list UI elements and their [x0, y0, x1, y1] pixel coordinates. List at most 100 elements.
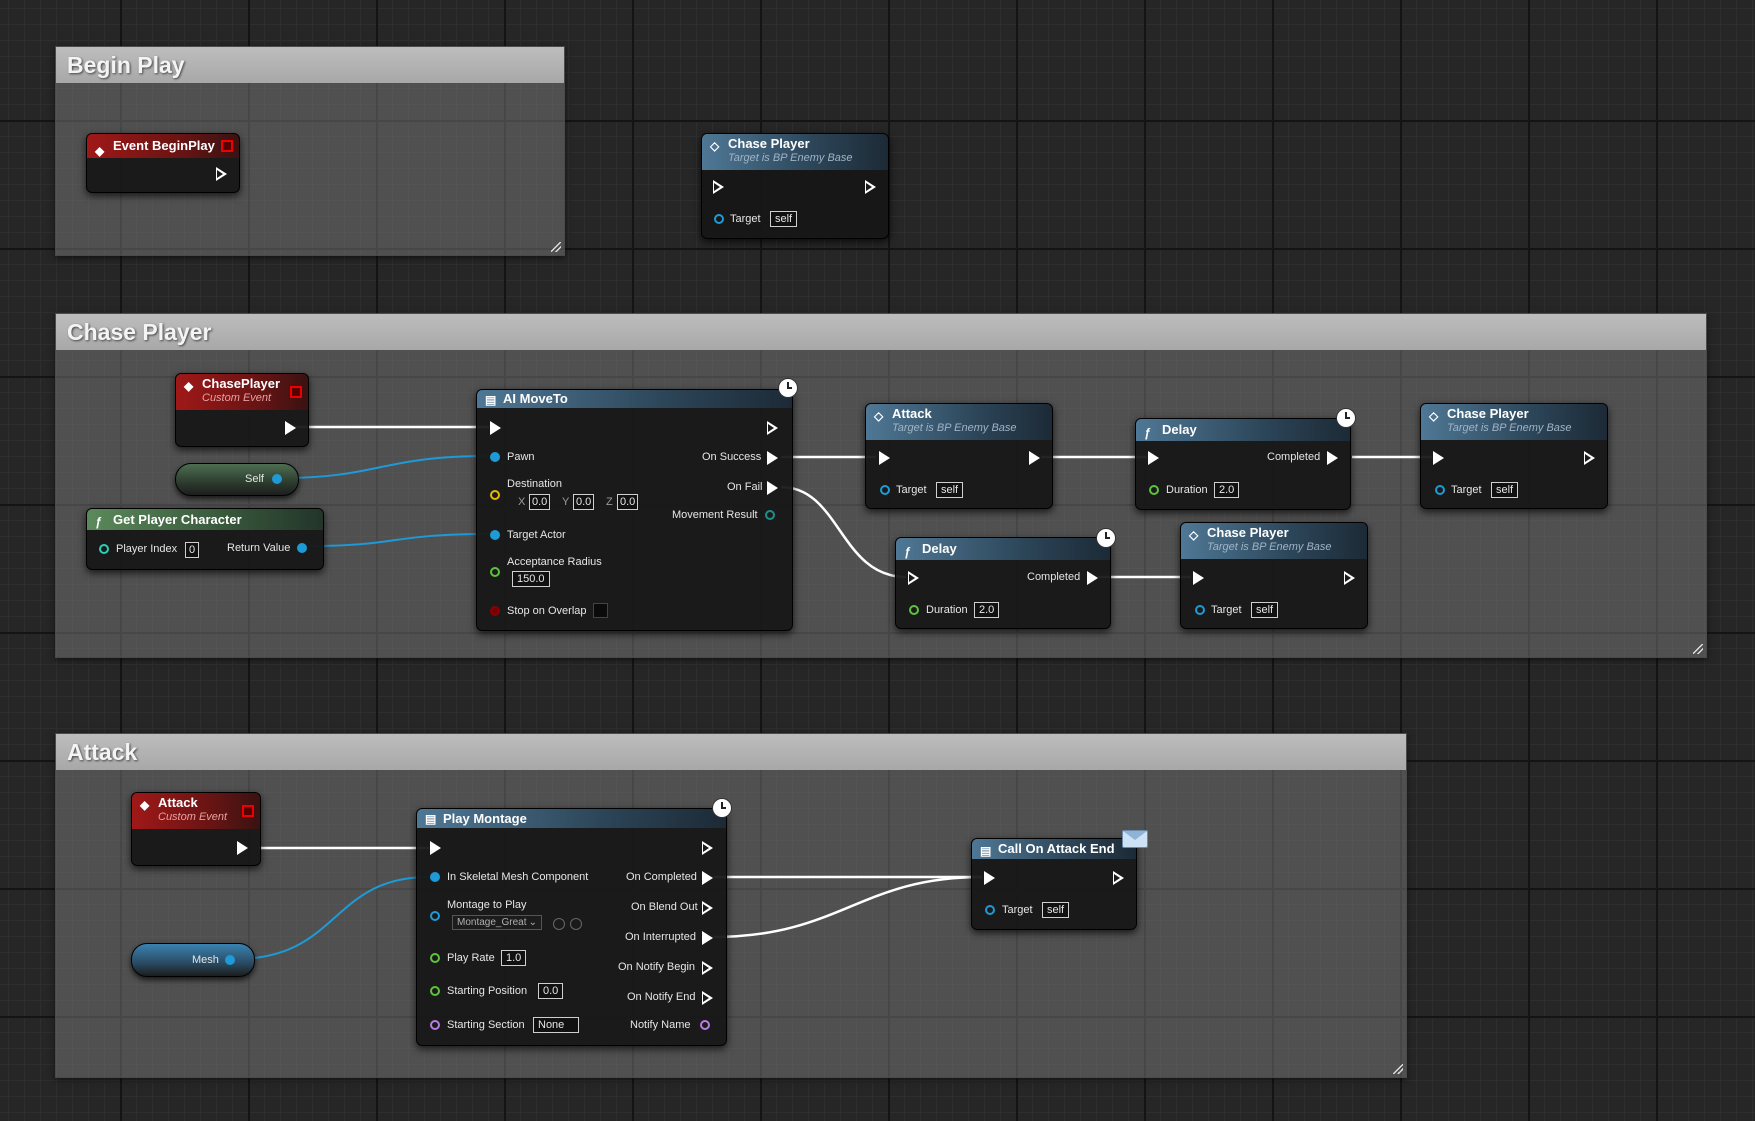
exec-out-pin[interactable] — [702, 841, 713, 855]
player-index-value[interactable]: 0 — [185, 542, 200, 558]
attack-call-node[interactable]: ◇ Attack Target is BP Enemy Base Target … — [865, 403, 1053, 509]
node-title: Attack — [892, 406, 932, 421]
self-variable-node[interactable]: Self — [175, 463, 299, 496]
get-player-character-node[interactable]: ƒ Get Player Character Player Index 0 Re… — [86, 508, 324, 570]
mesh-variable-node[interactable]: Mesh — [131, 943, 255, 977]
ai-moveto-node[interactable]: ▤ AI MoveTo Pawn On Success Destination … — [476, 389, 793, 631]
target-value[interactable]: self — [770, 211, 798, 227]
exec-out-pin[interactable] — [237, 841, 248, 855]
node-title: Call On Attack End — [998, 841, 1115, 856]
exec-in-pin[interactable] — [430, 841, 441, 855]
latent-clock-icon — [1336, 408, 1356, 428]
pawn-pin[interactable] — [490, 452, 500, 462]
on-success-pin[interactable] — [767, 451, 778, 465]
mesh-out-pin[interactable] — [225, 955, 235, 965]
attack-custom-event-node[interactable]: ◆ Attack Custom Event — [131, 792, 261, 866]
exec-out-pin[interactable] — [767, 421, 778, 435]
exec-in-pin[interactable] — [1433, 451, 1444, 465]
on-completed-pin[interactable] — [702, 871, 713, 885]
self-out-pin[interactable] — [272, 474, 282, 484]
target-pin[interactable] — [1435, 485, 1445, 495]
skeletal-mesh-pin[interactable] — [430, 872, 440, 882]
event-beginplay-node[interactable]: ◆ Event BeginPlay — [86, 133, 240, 193]
destination-pin[interactable] — [490, 490, 500, 500]
on-interrupted-pin[interactable] — [702, 931, 713, 945]
delay-node-top[interactable]: ƒ Delay Completed Duration 2.0 — [1135, 418, 1351, 510]
target-pin[interactable] — [714, 214, 724, 224]
chaseplayer-custom-event-node[interactable]: ◆ ChasePlayer Custom Event — [175, 373, 309, 447]
on-interrupted-label: On Interrupted — [625, 931, 696, 943]
player-index-pin[interactable] — [99, 544, 109, 554]
acceptance-radius-value[interactable]: 150.0 — [512, 571, 550, 587]
call-on-attack-end-node[interactable]: ▤ Call On Attack End Target self — [971, 838, 1137, 930]
event-dispatcher-envelope-icon — [1122, 830, 1148, 848]
target-pin[interactable] — [985, 905, 995, 915]
target-value[interactable]: self — [936, 482, 964, 498]
exec-out-pin[interactable] — [285, 421, 296, 435]
exec-out-pin[interactable] — [1113, 871, 1124, 885]
target-pin[interactable] — [1195, 605, 1205, 615]
target-value[interactable]: self — [1042, 902, 1070, 918]
play-rate-value[interactable]: 1.0 — [501, 950, 527, 966]
duration-value[interactable]: 2.0 — [1214, 482, 1240, 498]
play-rate-label: Play Rate — [447, 952, 495, 964]
dest-y-value[interactable]: 0.0 — [573, 494, 595, 510]
on-notify-begin-pin[interactable] — [702, 961, 713, 975]
completed-pin[interactable] — [1087, 571, 1098, 585]
return-value-pin[interactable] — [297, 543, 307, 553]
dest-z-value[interactable]: 0.0 — [617, 494, 639, 510]
duration-pin[interactable] — [909, 605, 919, 615]
target-pin[interactable] — [880, 485, 890, 495]
target-value[interactable]: self — [1491, 482, 1519, 498]
play-montage-node[interactable]: ▤ Play Montage In Skeletal Mesh Componen… — [416, 808, 727, 1046]
exec-out-pin[interactable] — [1584, 451, 1595, 465]
function-diamond-icon: ◇ — [1189, 528, 1199, 542]
chase-player-call-node-bottom[interactable]: ◇ Chase Player Target is BP Enemy Base T… — [1180, 522, 1368, 629]
target-value[interactable]: self — [1251, 602, 1279, 618]
target-actor-pin[interactable] — [490, 530, 500, 540]
montage-select[interactable]: Montage_Great ⌄ — [452, 915, 542, 930]
exec-in-pin[interactable] — [1193, 571, 1204, 585]
completed-pin[interactable] — [1327, 451, 1338, 465]
notify-name-pin[interactable] — [700, 1020, 710, 1030]
node-subtitle: Target is BP Enemy Base — [1447, 422, 1572, 434]
delay-node-bottom[interactable]: ƒ Delay Completed Duration 2.0 — [895, 537, 1111, 629]
duration-pin[interactable] — [1149, 485, 1159, 495]
play-rate-pin[interactable] — [430, 953, 440, 963]
node-title: Chase Player — [728, 136, 810, 151]
exec-in-pin[interactable] — [908, 571, 919, 585]
target-label: Target — [1002, 904, 1033, 916]
duration-value[interactable]: 2.0 — [974, 602, 1000, 618]
exec-in-pin[interactable] — [713, 180, 724, 194]
chase-player-call-node[interactable]: ◇ Chase Player Target is BP Enemy Base T… — [701, 133, 889, 239]
starting-section-value[interactable]: None — [533, 1017, 579, 1033]
montage-to-play-pin[interactable] — [430, 911, 440, 921]
movement-result-pin[interactable] — [765, 510, 775, 520]
node-title: Delay — [922, 541, 957, 556]
on-fail-pin[interactable] — [767, 481, 778, 495]
exec-in-pin[interactable] — [1148, 451, 1159, 465]
starting-position-pin[interactable] — [430, 986, 440, 996]
exec-in-pin[interactable] — [879, 451, 890, 465]
exec-out-pin[interactable] — [865, 180, 876, 194]
exec-in-pin[interactable] — [984, 871, 995, 885]
self-label: Self — [245, 473, 264, 485]
exec-in-pin[interactable] — [490, 421, 501, 435]
starting-section-pin[interactable] — [430, 1020, 440, 1030]
node-title: Attack — [158, 795, 198, 810]
browse-asset-icon[interactable] — [570, 918, 582, 930]
notify-name-label: Notify Name — [630, 1019, 691, 1031]
acceptance-radius-pin[interactable] — [490, 567, 500, 577]
on-notify-end-pin[interactable] — [702, 991, 713, 1005]
stop-on-overlap-pin[interactable] — [490, 606, 500, 616]
dest-x-value[interactable]: 0.0 — [529, 494, 551, 510]
on-blend-out-pin[interactable] — [702, 901, 713, 915]
stop-on-overlap-label: Stop on Overlap — [507, 605, 587, 617]
starting-position-value[interactable]: 0.0 — [538, 983, 564, 999]
exec-out-pin[interactable] — [216, 167, 227, 181]
exec-out-pin[interactable] — [1344, 571, 1355, 585]
exec-out-pin[interactable] — [1029, 451, 1040, 465]
stop-on-overlap-checkbox[interactable] — [593, 603, 608, 618]
use-selected-asset-icon[interactable] — [553, 918, 565, 930]
chase-player-call-node-top[interactable]: ◇ Chase Player Target is BP Enemy Base T… — [1420, 403, 1608, 509]
